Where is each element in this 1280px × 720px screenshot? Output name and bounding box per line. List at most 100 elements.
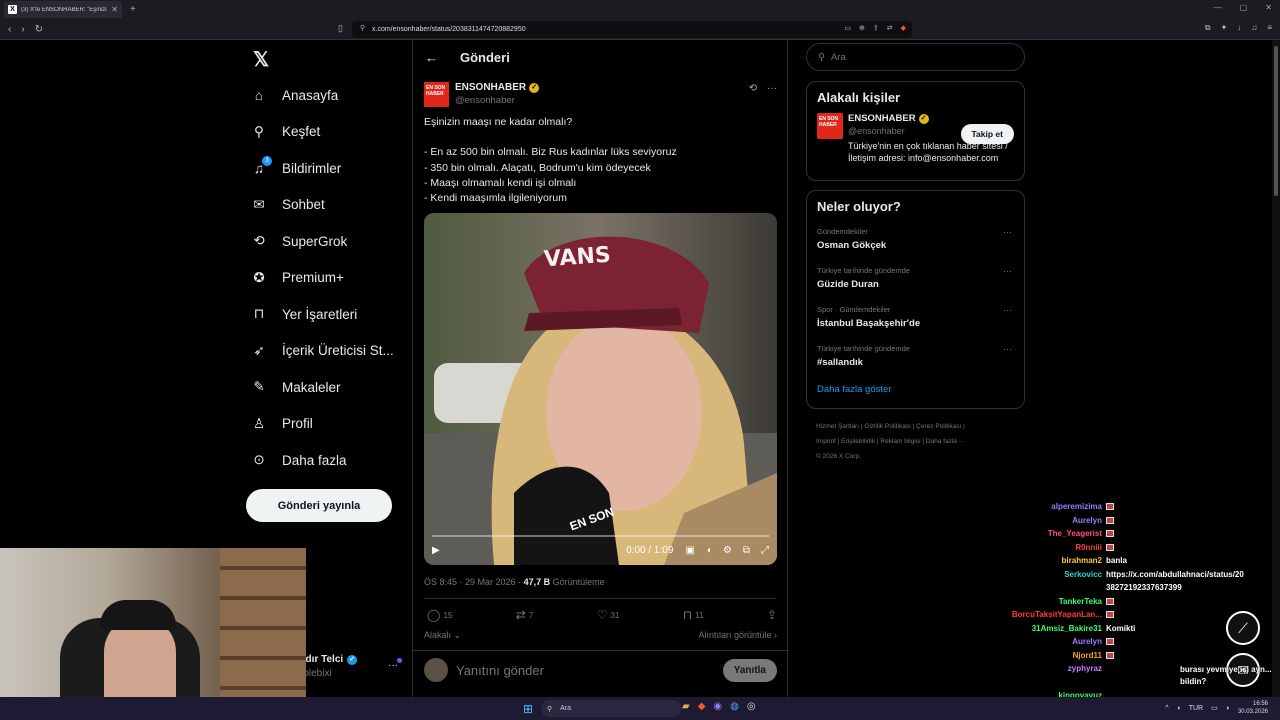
zoom-icon[interactable]: ⊕: [859, 24, 865, 32]
show-more-link[interactable]: Daha fazla göster: [807, 378, 1024, 405]
share-action[interactable]: ⇪: [767, 608, 777, 622]
trend-item[interactable]: Türkiye tarihinde gündemde Güzide Duran ··…: [807, 261, 1024, 300]
minimize-icon[interactable]: —: [1214, 3, 1222, 12]
site-info-icon[interactable]: ⚲: [360, 24, 365, 32]
sidebar-item-i-çerik-üreticisi-st-[interactable]: ➶ İçerik Üreticisi St...: [250, 333, 410, 370]
like-action[interactable]: ♡ 31: [597, 608, 620, 622]
author-handle[interactable]: @ensonhaber: [455, 95, 539, 106]
trend-more-icon[interactable]: ···: [1003, 266, 1012, 276]
chat-username[interactable]: BorcuTaksitYapanLan...: [990, 610, 1106, 619]
post-more-icon[interactable]: ···: [767, 83, 777, 94]
mic-icon[interactable]: ◖: [1176, 705, 1180, 712]
back-arrow-icon[interactable]: ←: [425, 50, 438, 65]
trend-more-icon[interactable]: ···: [1003, 344, 1012, 354]
volume-icon[interactable]: ◗: [1226, 705, 1230, 712]
sidebar-item-premium-[interactable]: ✪ Premium+: [250, 260, 410, 297]
sidebar-item-bildirimler[interactable]: ♫ 3 Bildirimler: [250, 150, 410, 187]
chat-username[interactable]: alperemizima: [990, 502, 1106, 511]
chat-username[interactable]: Aurelyn: [990, 516, 1106, 525]
close-tab-icon[interactable]: ✕: [111, 5, 118, 14]
follow-button[interactable]: Takip et: [960, 124, 1014, 144]
url-field[interactable]: ▯ ⚲ x.com/ensonhaber/status/203831147472…: [338, 21, 912, 38]
chat-username[interactable]: Njord11: [990, 651, 1106, 660]
chat-username[interactable]: Aurelyn: [990, 637, 1106, 646]
search-input[interactable]: ⚲ Ara: [806, 43, 1025, 71]
music-icon[interactable]: ♫: [1251, 23, 1257, 33]
bookmark-action[interactable]: ⊓ 11: [683, 608, 704, 622]
sidebar-item-makaleler[interactable]: ✎ Makaleler: [250, 369, 410, 406]
downloads-icon[interactable]: ↓: [1237, 23, 1241, 33]
author-avatar[interactable]: EN SON HABER: [424, 82, 449, 107]
sidebar-item-keşfet[interactable]: ⚲ Keşfet: [250, 114, 410, 151]
trend-item[interactable]: Gündemdekiler Osman Gökçek ···: [807, 222, 1024, 261]
chat-username[interactable]: Serkovicc: [990, 570, 1106, 579]
windows-start-icon[interactable]: ⊞: [523, 702, 533, 716]
chat-username[interactable]: TankerTeka: [990, 597, 1106, 606]
bookmark-page-icon[interactable]: ▯: [338, 23, 343, 34]
post-time[interactable]: ÖS 8:45 · 29 Mar 2026 ·: [424, 577, 524, 587]
trend-item[interactable]: Spor · Gündemdekiler İstanbul Başakşehir'…: [807, 300, 1024, 339]
obs-icon[interactable]: ◎: [747, 701, 756, 712]
clock[interactable]: 16:56 30.03.2026: [1238, 700, 1268, 716]
account-switcher[interactable]: adır Telci ✓ rplebixi ···: [300, 654, 402, 679]
video-player[interactable]: VANS EN SON ▶ 0:00 / 1:09 ▣ ◖ ⚙ ⧉ ⤢: [424, 213, 777, 565]
menu-icon[interactable]: ≡: [1267, 23, 1272, 33]
related-person-name[interactable]: ENSONHABER: [848, 113, 916, 124]
close-window-icon[interactable]: ✕: [1265, 3, 1272, 12]
reload-icon[interactable]: ↻: [35, 24, 43, 35]
chat-username[interactable]: R0nniii: [990, 543, 1106, 552]
footer-line[interactable]: Hizmet Şartları | Gizlilik Politikası | …: [816, 419, 1026, 434]
chat-username[interactable]: The_Yeagerist: [990, 529, 1106, 538]
pip-icon[interactable]: ⧉: [743, 545, 750, 556]
volume-icon[interactable]: ◖: [706, 545, 712, 556]
sidebar-item-supergrok[interactable]: ⟲ SuperGrok: [250, 223, 410, 260]
browser-tab[interactable]: X (3) X'te ENSONHABER: "Eşinizin... ✕: [4, 1, 122, 18]
author-name[interactable]: ENSONHABER: [455, 82, 526, 93]
sidebar-item-anasayfa[interactable]: ⌂ Anasayfa: [250, 77, 410, 114]
forward-icon[interactable]: ›: [21, 24, 24, 35]
translate-icon[interactable]: ⇄: [887, 24, 893, 32]
extension-icon[interactable]: ⧉: [1205, 23, 1211, 33]
chat-username[interactable]: birahman2: [990, 556, 1106, 565]
discord-icon[interactable]: ◉: [713, 701, 722, 712]
reply-action[interactable]: ◯ 15: [427, 608, 452, 622]
maximize-icon[interactable]: ▢: [1240, 3, 1248, 12]
language-indicator[interactable]: TUR: [1189, 705, 1203, 712]
trend-more-icon[interactable]: ···: [1003, 305, 1012, 315]
taskbar-search[interactable]: ⚲ Ara: [541, 700, 681, 717]
related-person-avatar[interactable]: EN SON HABER: [817, 113, 843, 139]
tray-arrow-icon[interactable]: ^: [1165, 705, 1168, 712]
steam-icon[interactable]: ◍: [730, 701, 739, 712]
fullscreen-icon[interactable]: ⤢: [761, 545, 769, 556]
view-quotes-link[interactable]: Alıntıları görüntüle ›: [698, 630, 777, 641]
sidebar-item-daha-fazla[interactable]: ⊙ Daha fazla: [250, 442, 410, 479]
back-icon[interactable]: ‹: [8, 24, 11, 35]
post-button[interactable]: Gönderi yayınla: [246, 489, 392, 522]
sidebar-item-sohbet[interactable]: ✉ Sohbet: [250, 187, 410, 224]
chat-username[interactable]: 31Amsiz_Bakire31: [990, 624, 1106, 633]
footer-line[interactable]: Imprint | Erişilebilirlik | Reklam bilgi…: [816, 434, 1026, 449]
screen-icon[interactable]: ▭: [844, 24, 851, 32]
share-icon[interactable]: ⇪: [873, 24, 879, 32]
brave-shield-icon[interactable]: ◆: [901, 24, 906, 32]
sidebar-item-yer-i-şaretleri[interactable]: ⊓ Yer İşaretleri: [250, 296, 410, 333]
folder-icon[interactable]: ▰: [682, 701, 690, 712]
grok-icon[interactable]: ⟲: [749, 83, 757, 94]
brave-icon[interactable]: ◆: [698, 701, 706, 712]
sidebar-item-profil[interactable]: ♙ Profil: [250, 406, 410, 443]
chat-username[interactable]: zyphyraz: [990, 664, 1106, 673]
settings-icon[interactable]: ⚙: [723, 545, 732, 556]
scrollbar-thumb[interactable]: [1274, 46, 1278, 196]
trend-more-icon[interactable]: ···: [1003, 227, 1012, 237]
network-icon[interactable]: ▭: [1211, 704, 1218, 712]
trend-item[interactable]: Türkiye tarihinde gündemde #sallandık ···: [807, 339, 1024, 378]
repost-action[interactable]: ⇄ 7: [516, 608, 534, 622]
video-progress[interactable]: [432, 535, 769, 537]
reply-input[interactable]: Yanıtını gönder: [456, 663, 715, 678]
grok-float-icon[interactable]: ⟋: [1226, 611, 1260, 645]
new-tab-icon[interactable]: +: [130, 4, 136, 15]
captions-icon[interactable]: ▣: [685, 545, 694, 556]
x-logo-icon[interactable]: 𝕏: [253, 47, 269, 72]
play-icon[interactable]: ▶: [432, 545, 440, 556]
post-author[interactable]: EN SON HABER ENSONHABER ✓ @ensonhaber: [424, 82, 540, 107]
